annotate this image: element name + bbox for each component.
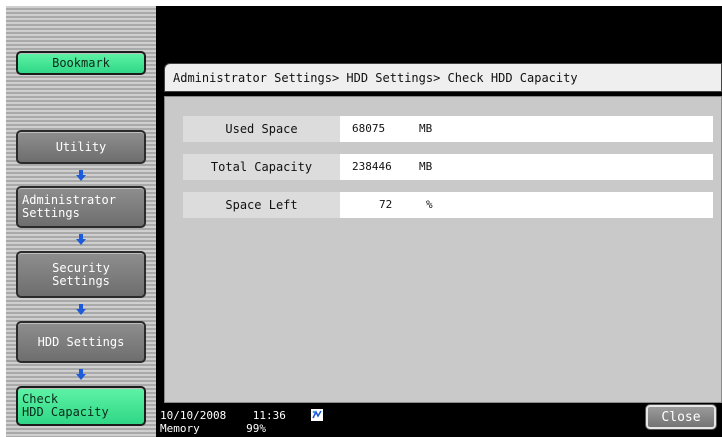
arrow-down-icon [76, 369, 86, 380]
check-hdd-capacity-button[interactable]: Check HDD Capacity [16, 386, 146, 426]
space-left-label: Space Left [183, 192, 340, 218]
used-space-value: 68075 [352, 122, 386, 135]
used-space-value-box: 68075 MB [340, 116, 713, 142]
total-capacity-label: Total Capacity [183, 154, 340, 180]
breadcrumb: Administrator Settings> HDD Settings> Ch… [173, 71, 578, 85]
memory-display: Memory 99% [160, 422, 266, 435]
close-button[interactable]: Close [646, 405, 716, 429]
utility-button[interactable]: Utility [16, 130, 146, 164]
used-space-row: Used Space 68075 MB [183, 116, 713, 142]
space-left-unit: % [426, 198, 433, 211]
security-settings-button[interactable]: Security Settings [16, 251, 146, 298]
datetime-display: 10/10/2008 11:36 [160, 409, 286, 422]
administrator-settings-button[interactable]: Administrator Settings [16, 186, 146, 228]
total-capacity-value: 238446 [352, 160, 392, 173]
used-space-label: Used Space [183, 116, 340, 142]
total-capacity-row: Total Capacity 238446 MB [183, 154, 713, 180]
space-left-row: Space Left 72 % [183, 192, 713, 218]
space-left-value: 72 [379, 198, 393, 211]
space-left-value-box: 72 % [340, 192, 713, 218]
sidebar: Bookmark Utility Administrator Settings … [6, 6, 156, 437]
bookmark-button[interactable]: Bookmark [16, 51, 146, 75]
arrow-down-icon [76, 170, 86, 181]
arrow-down-icon [76, 304, 86, 315]
hdd-capacity-panel: Used Space 68075 MB Total Capacity 23844… [164, 96, 722, 403]
total-capacity-unit: MB [419, 160, 433, 173]
arrow-down-icon [76, 234, 86, 245]
hdd-settings-button[interactable]: HDD Settings [16, 321, 146, 363]
screen: Bookmark Utility Administrator Settings … [6, 6, 722, 437]
header-bar: Administrator Settings> HDD Settings> Ch… [164, 63, 722, 92]
total-capacity-value-box: 238446 MB [340, 154, 713, 180]
used-space-unit: MB [419, 122, 433, 135]
network-status-icon [311, 409, 323, 421]
